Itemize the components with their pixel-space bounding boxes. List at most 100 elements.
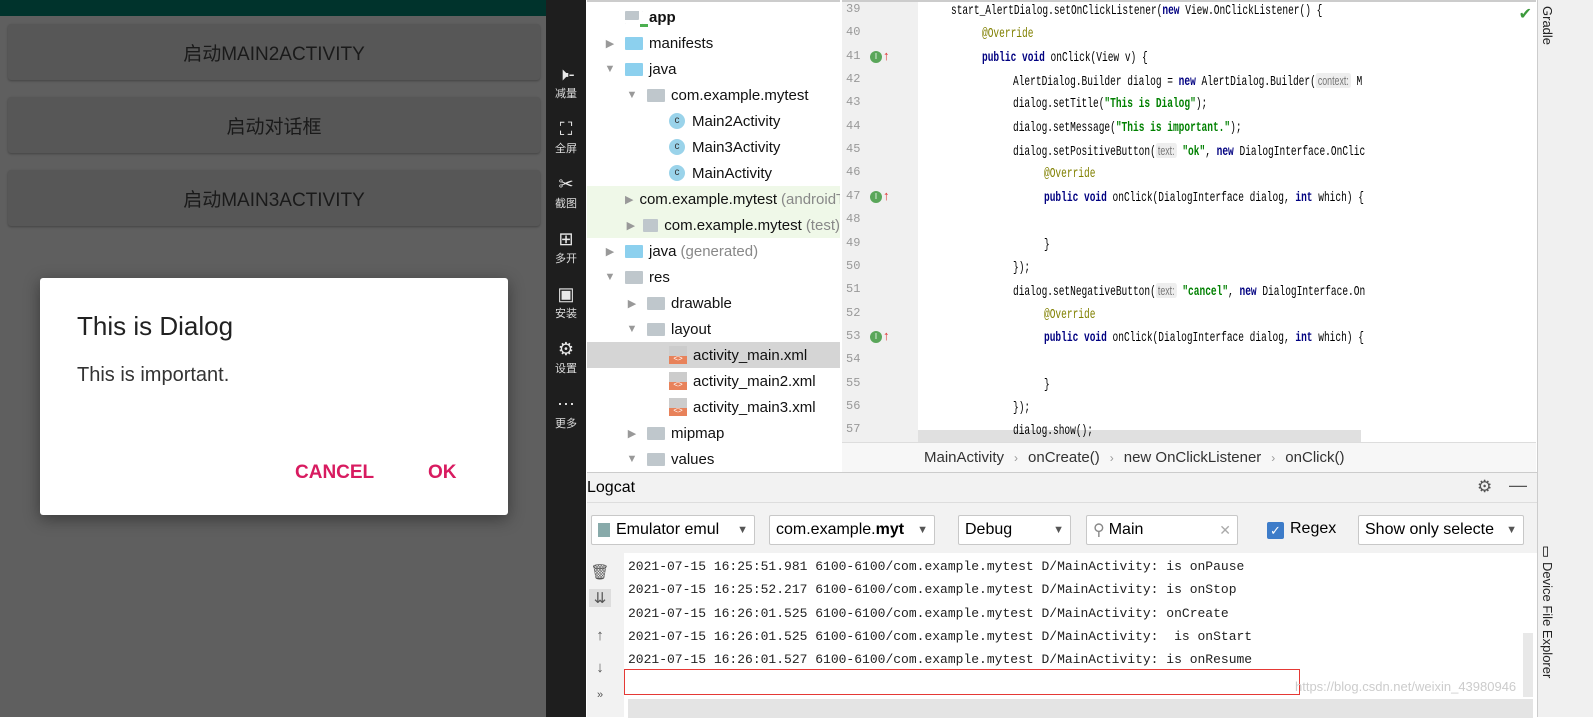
- breadcrumb-item[interactable]: new OnClickListener: [1124, 449, 1262, 466]
- chevron-down-icon[interactable]: ▼: [603, 63, 617, 75]
- chevron-down-icon[interactable]: ▼: [603, 271, 617, 283]
- clear-icon[interactable]: ✕: [1219, 522, 1231, 539]
- toolbar-label: 设置: [555, 363, 577, 375]
- breadcrumb-item[interactable]: onCreate(): [1028, 449, 1100, 466]
- tree-item[interactable]: <> activity_main3.xml: [587, 394, 840, 420]
- implements-marker-icon[interactable]: I: [870, 330, 882, 343]
- tree-item[interactable]: c Main2Activity: [587, 108, 840, 134]
- tree-item[interactable]: ▼ values: [587, 446, 840, 470]
- horizontal-scrollbar[interactable]: [918, 430, 1361, 442]
- class-icon: c: [669, 113, 685, 129]
- code-token: context:: [1315, 73, 1351, 89]
- implements-marker-icon[interactable]: I: [870, 50, 882, 63]
- toolbar-fullscreen[interactable]: ⛶ 全屏: [546, 118, 586, 156]
- chevron-down-icon[interactable]: ▼: [625, 89, 639, 101]
- tree-item[interactable]: ▼ layout: [587, 316, 840, 342]
- search-input[interactable]: ⚲ Main ✕: [1086, 515, 1238, 545]
- multi-open-icon: ⊞: [558, 229, 574, 249]
- arrow-down-icon[interactable]: ↓: [589, 659, 611, 676]
- start-main3-button[interactable]: 启动MAIN3ACTIVITY: [8, 170, 540, 226]
- tree-item[interactable]: ▶ manifests: [587, 30, 840, 56]
- tree-item[interactable]: <> activity_main.xml: [587, 342, 840, 368]
- dialog-ok-button[interactable]: OK: [428, 462, 457, 484]
- breadcrumb-item[interactable]: onClick(): [1285, 449, 1344, 466]
- toolbar-settings[interactable]: ⚙ 设置: [546, 338, 586, 376]
- chevron-down-icon: ▼: [1506, 524, 1517, 536]
- breadcrumb-item[interactable]: MainActivity: [924, 449, 1004, 466]
- tree-item[interactable]: c MainActivity: [587, 160, 840, 186]
- code-token: new: [1162, 3, 1180, 19]
- arrow-up-icon[interactable]: ↑: [589, 627, 611, 644]
- code-token: dialog.setTitle(: [1013, 96, 1105, 113]
- toolbar-label: 安装: [555, 308, 577, 320]
- line-number: 48: [846, 212, 861, 227]
- minimize-icon[interactable]: —: [1509, 475, 1527, 496]
- gear-icon[interactable]: ⚙: [1477, 477, 1492, 497]
- code-line: AlertDialog.Builder dialog = new AlertDi…: [1013, 70, 1362, 93]
- toolbar-more[interactable]: ⋯ 更多: [546, 393, 586, 431]
- tree-item[interactable]: ▶ com.example.mytest (test): [587, 212, 840, 238]
- gradle-tab[interactable]: Gradle: [1540, 6, 1555, 45]
- process-dropdown[interactable]: com.example. myt ▼: [769, 515, 935, 545]
- code-token: dialog.setMessage(: [1013, 119, 1116, 136]
- tree-item[interactable]: c Main3Activity: [587, 134, 840, 160]
- regex-checkbox[interactable]: ✓: [1267, 522, 1284, 539]
- tree-item[interactable]: app: [587, 4, 840, 30]
- line-number: 43: [846, 95, 861, 110]
- toolbar-label: 减量: [555, 88, 577, 100]
- tree-item[interactable]: ▼ res: [587, 264, 840, 290]
- alert-dialog: This is Dialog This is important. CANCEL…: [40, 278, 508, 515]
- toolbar-apk-install[interactable]: ▣ 安装: [546, 283, 586, 321]
- chevron-right-icon[interactable]: ▶: [625, 193, 633, 206]
- implements-marker-icon[interactable]: I: [870, 190, 882, 203]
- chevron-right-icon[interactable]: ▶: [603, 245, 617, 258]
- tree-item-label: Main3Activity: [692, 138, 781, 156]
- code-token: dialog.setPositiveButton(: [1013, 144, 1156, 161]
- scroll-to-end-icon[interactable]: ⇊: [589, 589, 611, 607]
- class-icon: c: [669, 139, 685, 155]
- toolbar-multi-open[interactable]: ⊞ 多开: [546, 228, 586, 266]
- tree-item-label: java: [649, 60, 677, 78]
- gutter: 39 40 41 I ↑ 42 43 44 45 46 47 I ↑ 48 49 50 51 52 53 I ↑ 54 55…: [842, 2, 918, 442]
- tree-item-label: activity_main2.xml: [693, 372, 816, 390]
- logcat-title: Logcat: [587, 478, 636, 496]
- tree-item[interactable]: ▼ java: [587, 56, 840, 82]
- code-token: "This is important.": [1115, 119, 1231, 136]
- trash-icon[interactable]: 🗑: [589, 563, 611, 581]
- device-dropdown[interactable]: Emulator emul ▼: [591, 515, 755, 545]
- more-icon[interactable]: »: [589, 689, 611, 701]
- start-main2-button[interactable]: 启动MAIN2ACTIVITY: [8, 24, 540, 80]
- device-file-explorer-tab[interactable]: Device File Explorer: [1540, 562, 1555, 678]
- chevron-right-icon[interactable]: ▶: [625, 219, 637, 232]
- vertical-scrollbar[interactable]: [1523, 633, 1533, 697]
- tree-item[interactable]: ▼ com.example.mytest: [587, 82, 840, 108]
- tree-item[interactable]: ▶ drawable: [587, 290, 840, 316]
- status-bar: [0, 0, 546, 16]
- tree-item-label: layout: [671, 320, 712, 338]
- code-line: @Override: [1044, 163, 1095, 185]
- tree-item[interactable]: <> activity_main2.xml: [587, 368, 840, 394]
- code-editor[interactable]: 39 40 41 I ↑ 42 43 44 45 46 47 I ↑ 48 49 50 51 52 53 I ↑ 54 55…: [842, 0, 1536, 442]
- start-dialog-button[interactable]: 启动对话框: [8, 97, 540, 153]
- tree-item[interactable]: ▶ mipmap: [587, 420, 840, 446]
- chevron-right-icon[interactable]: ▶: [625, 297, 639, 310]
- chevron-right-icon[interactable]: ▶: [625, 427, 639, 440]
- code-token: ,: [1205, 144, 1217, 161]
- dialog-cancel-button[interactable]: CANCEL: [295, 462, 374, 484]
- line-number: 44: [846, 118, 861, 133]
- code-token: text:: [1155, 283, 1177, 299]
- chevron-right-icon[interactable]: ▶: [603, 37, 617, 50]
- chevron-down-icon[interactable]: ▼: [625, 323, 639, 335]
- toolbar-scissors[interactable]: ✂ 截图: [546, 173, 586, 211]
- line-number: 47: [846, 188, 861, 203]
- project-tree: app ▶ manifests ▼ java ▼ com.example.mytest c Ma…: [587, 0, 840, 470]
- horizontal-scrollbar[interactable]: [628, 699, 1533, 718]
- tree-item[interactable]: ▶ com.example.mytest(androidTest): [587, 186, 840, 212]
- log-line: 2021-07-15 16:25:52.217 6100-6100/com.ex…: [628, 582, 1237, 598]
- logcat-header: Logcat ⚙ —: [587, 473, 1537, 503]
- toolbar-volume-down[interactable]: 🕨- 减量: [546, 63, 586, 101]
- filter-dropdown[interactable]: Show only selecte ▼: [1358, 515, 1524, 545]
- chevron-down-icon[interactable]: ▼: [625, 453, 639, 465]
- tree-item[interactable]: ▶ java (generated): [587, 238, 840, 264]
- log-level-dropdown[interactable]: Debug ▼: [958, 515, 1071, 545]
